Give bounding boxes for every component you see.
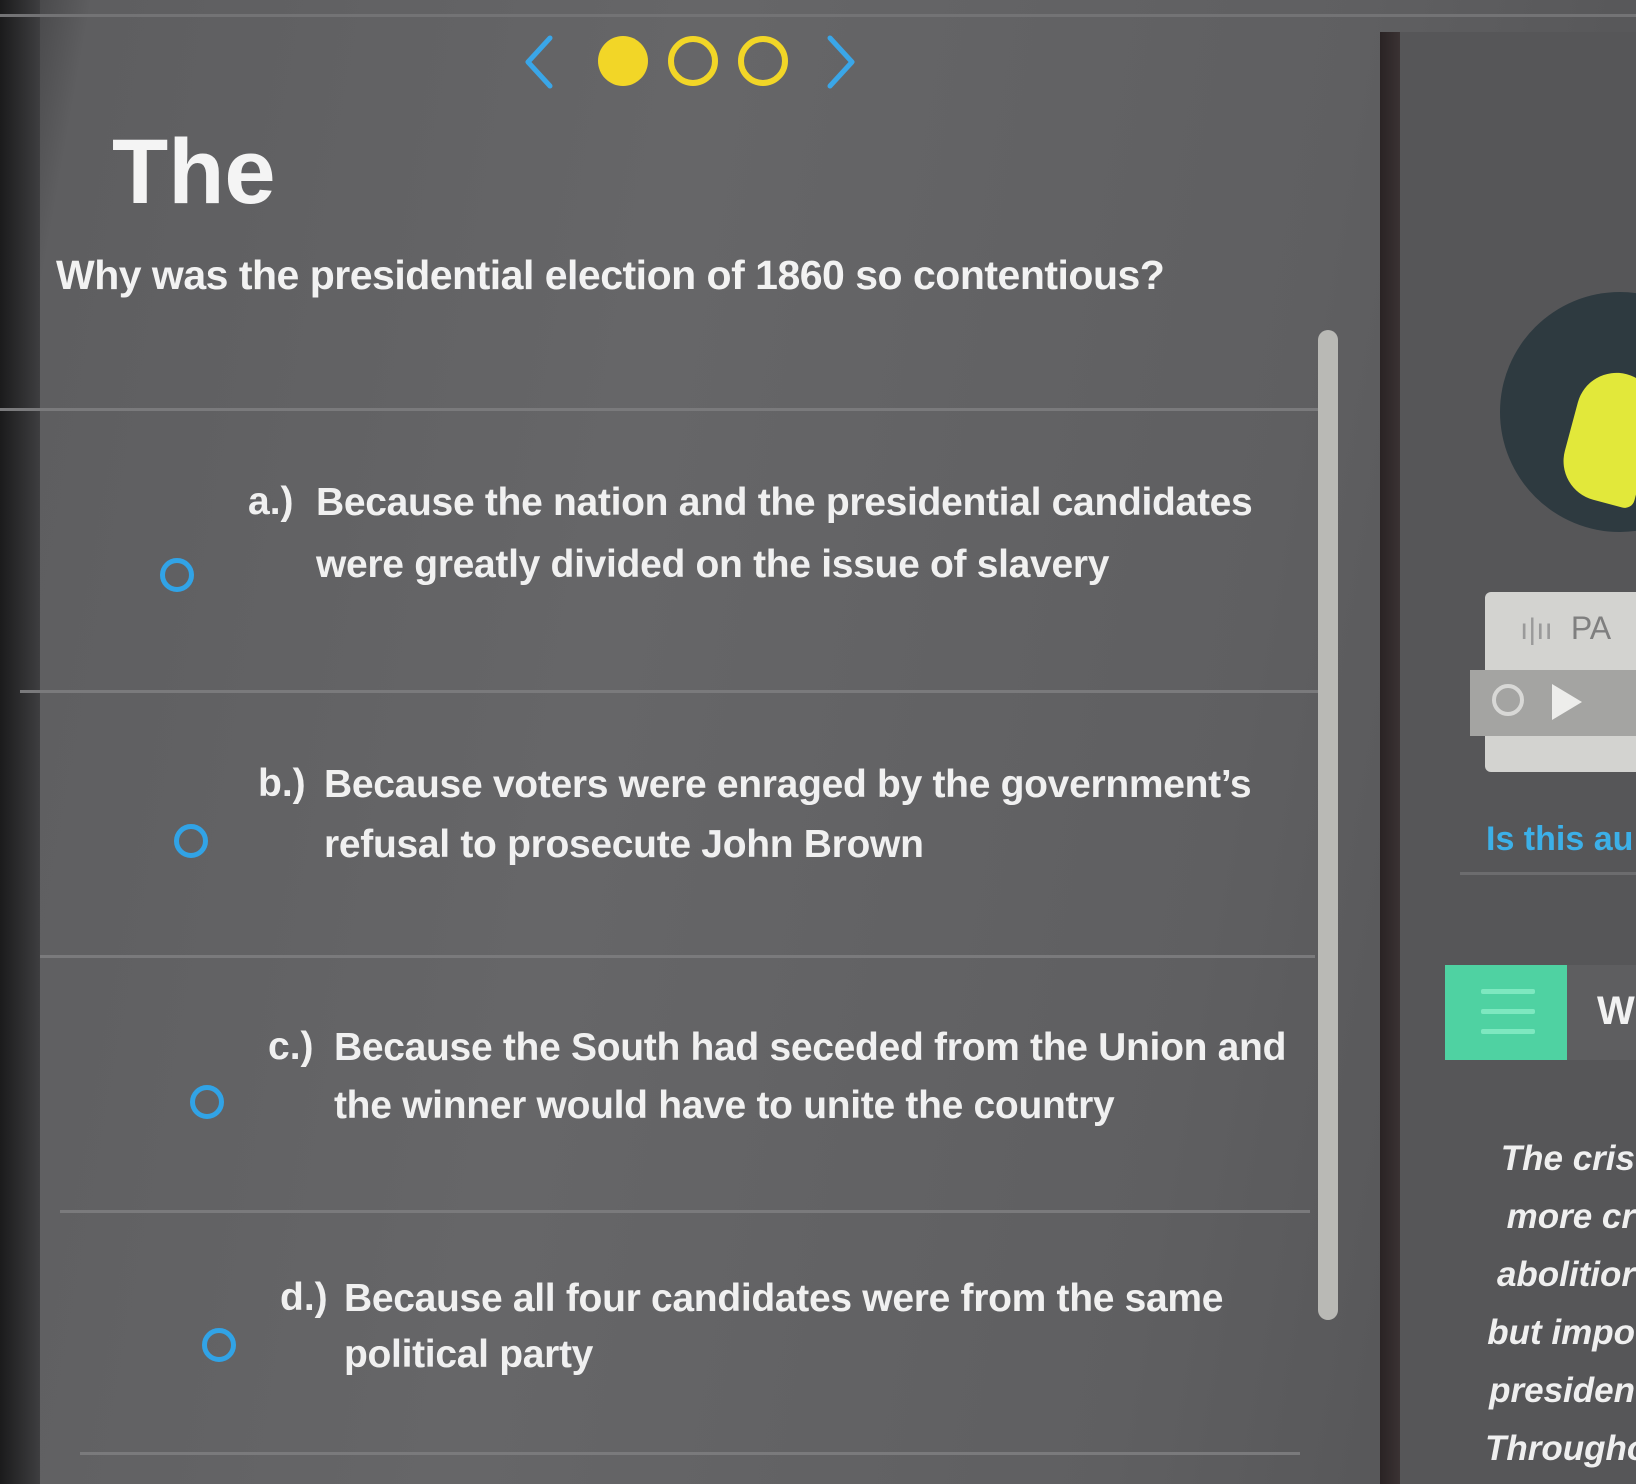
divider (1460, 872, 1636, 875)
scrollbar[interactable] (1318, 330, 1338, 1330)
option-line-2: refusal to prosecute John Brown (324, 823, 924, 866)
option-line-1: Because the nation and the presidential … (316, 481, 1253, 524)
panel-divider (1380, 32, 1400, 1484)
tab-w[interactable]: W (1567, 965, 1636, 1060)
divider (0, 408, 1330, 411)
audio-label: ı|ıı PA (1520, 610, 1611, 647)
passage-line: presiden (1489, 1371, 1635, 1410)
next-question-button[interactable] (820, 32, 860, 92)
passage-title: The (112, 121, 276, 223)
option-letter: b.) (258, 762, 306, 805)
option-line-1: Because voters were enraged by the gover… (324, 763, 1252, 806)
chevron-left-icon (525, 35, 553, 89)
list-icon (1481, 1029, 1535, 1034)
question-dot-1[interactable] (598, 36, 648, 86)
audio-controls (1470, 670, 1636, 736)
passage-line: Througho (1485, 1429, 1636, 1468)
list-view-button[interactable] (1445, 965, 1567, 1060)
divider (20, 690, 1320, 693)
list-icon (1481, 1009, 1535, 1014)
audio-label-text: PA (1570, 610, 1612, 646)
answer-option-c[interactable]: c.) Because the South had seceded from t… (0, 965, 1300, 1205)
question-navigation (520, 28, 870, 98)
replay-icon[interactable] (1492, 684, 1524, 716)
option-line-1: Because the South had seceded from the U… (334, 1026, 1287, 1069)
option-line-2: political party (344, 1333, 594, 1376)
radio-button-b[interactable] (174, 824, 208, 858)
question-text: Why was the presidential election of 186… (56, 252, 1165, 298)
passage-line: but impo (1487, 1313, 1635, 1352)
audio-bars-icon: ı|ıı (1520, 613, 1553, 646)
passage-line: abolitior (1496, 1255, 1635, 1294)
audio-question-link[interactable]: Is this au (1486, 820, 1633, 859)
scrollbar-thumb[interactable] (1318, 330, 1338, 1320)
radio-button-d[interactable] (202, 1328, 236, 1362)
play-icon[interactable] (1552, 684, 1582, 720)
question-dot-3[interactable] (738, 36, 788, 86)
option-line-2: the winner would have to unite the count… (334, 1084, 1115, 1127)
chevron-right-icon (827, 35, 855, 89)
radio-button-c[interactable] (190, 1085, 224, 1119)
radio-button-a[interactable] (160, 558, 194, 592)
previous-question-button[interactable] (520, 32, 560, 92)
option-letter: a.) (248, 480, 294, 523)
passage-line: The cris (1500, 1139, 1635, 1178)
option-line-2: were greatly divided on the issue of sla… (316, 543, 1110, 586)
option-letter: c.) (268, 1025, 314, 1068)
option-line-1: Because all four candidates were from th… (344, 1277, 1224, 1320)
top-divider (0, 14, 1636, 17)
question-dot-2[interactable] (668, 36, 718, 86)
quiz-page: Why was the presidential election of 186… (0, 0, 1636, 1484)
divider (40, 955, 1315, 958)
passage-line: more cr (1506, 1197, 1635, 1236)
list-icon (1481, 989, 1535, 994)
option-letter: d.) (280, 1276, 328, 1319)
answer-option-a[interactable]: a.) Because the nation and the president… (0, 420, 1320, 690)
tab-label: W (1597, 989, 1635, 1033)
passage-text: The cris more cr abolitior but impo pres… (1485, 1130, 1636, 1478)
divider (80, 1452, 1300, 1455)
answer-option-b[interactable]: b.) Because voters were enraged by the g… (0, 700, 1310, 950)
divider (60, 1210, 1310, 1213)
answer-option-d[interactable]: d.) Because all four candidates were fro… (0, 1220, 1290, 1450)
